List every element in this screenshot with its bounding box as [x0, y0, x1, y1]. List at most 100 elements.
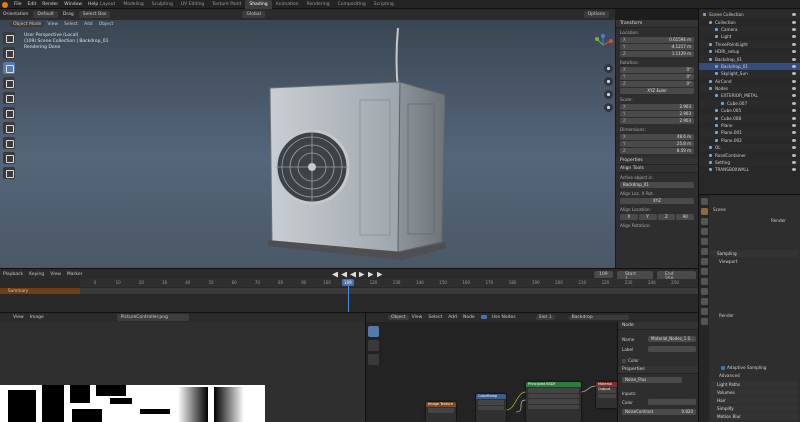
node-menu-add[interactable]: Add [445, 315, 460, 320]
align-z-button[interactable]: Z [657, 214, 676, 220]
render-subsection[interactable]: Render [719, 313, 734, 318]
node-color-checkbox[interactable]: Color [622, 358, 639, 363]
tab-scripting[interactable]: Scripting [370, 0, 398, 9]
transform-header[interactable]: Transform [616, 20, 698, 28]
outliner-item[interactable]: TRANSBOXWALL [699, 166, 800, 173]
outliner-item[interactable]: HDRI_setup [699, 48, 800, 55]
viewport-menu-view[interactable]: View [44, 22, 61, 27]
modifier-tab-icon[interactable] [700, 268, 708, 275]
visibility-eye-icon[interactable] [792, 109, 796, 113]
rotation-x-field[interactable]: X 0° [620, 67, 694, 73]
tab-animation[interactable]: Animation [272, 0, 303, 9]
light-paths-section[interactable]: Light Paths [711, 381, 798, 388]
frame-ruler[interactable]: 0 10 20 30 40 50 60 70 80 90 100 109 120 130 140 150 160… [80, 279, 698, 287]
visibility-eye-icon[interactable] [792, 94, 796, 98]
sampling-section[interactable]: Sampling [711, 250, 798, 257]
drag-dropdown[interactable]: Select Box [78, 11, 111, 18]
visibility-eye-icon[interactable] [792, 138, 796, 142]
adaptive-sampling-checkbox[interactable]: Adaptive Sampling [721, 365, 766, 370]
zoom-icon[interactable] [604, 64, 613, 73]
node-menu-select[interactable]: Select [425, 315, 445, 320]
summary-channel[interactable]: Summary [0, 288, 80, 294]
use-nodes-checkbox[interactable]: Use Nodes [478, 314, 522, 320]
rotation-y-field[interactable]: Y 0° [620, 74, 694, 80]
dimensions-x-field[interactable]: X 48.6 m [620, 134, 694, 140]
render-tab-icon[interactable] [700, 208, 708, 215]
jump-start-icon[interactable] [332, 272, 338, 278]
outliner-item[interactable]: Skylight_Sun [699, 70, 800, 78]
timeline-menu-keying[interactable]: Keying [26, 272, 47, 277]
outliner-item[interactable]: Cube.005 [699, 107, 800, 114]
simplify-section[interactable]: Simplify [711, 405, 798, 412]
tool-tab-icon[interactable] [700, 198, 708, 205]
tab-compositing[interactable]: Compositing [334, 0, 370, 9]
image-name-field[interactable]: PictureController.png [116, 314, 189, 321]
image-menu-view[interactable]: View [10, 315, 27, 320]
visibility-eye-icon[interactable] [792, 124, 796, 128]
node-group-dropdown[interactable]: Noise_Plus [622, 377, 682, 383]
outliner-item[interactable]: Plane.002 [699, 137, 800, 144]
visibility-eye-icon[interactable] [792, 64, 796, 68]
tab-rendering[interactable]: Rendering [303, 0, 334, 9]
active-object-field[interactable]: Backdrop_01 [620, 182, 694, 188]
material-output-node[interactable]: Material Output [596, 382, 618, 408]
orientation-dropdown[interactable]: Default [33, 11, 58, 18]
rotation-mode-dropdown[interactable]: XYZ Euler [620, 88, 694, 94]
image-preview[interactable] [0, 385, 265, 422]
rotation-z-field[interactable]: Z 0° [620, 81, 694, 87]
visibility-eye-icon[interactable] [792, 153, 796, 157]
navigation-gizmo[interactable] [592, 34, 614, 56]
visibility-eye-icon[interactable] [792, 13, 796, 17]
align-tools-header[interactable]: Align Tools [616, 165, 698, 173]
viewport-menu-add[interactable]: Add [81, 22, 96, 27]
viewport-subsection[interactable]: Viewport [719, 259, 738, 264]
outliner-item[interactable]: EXTERIOR_METAL [699, 92, 800, 99]
color-ramp-node[interactable]: ColorRamp [476, 394, 506, 422]
add-cube-tool-icon[interactable] [3, 152, 15, 164]
options-dropdown[interactable]: Options [583, 11, 609, 18]
image-menu-image[interactable]: Image [27, 315, 47, 320]
visibility-eye-icon[interactable] [792, 161, 796, 164]
principled-bsdf-node[interactable]: Principled BSDF [526, 382, 581, 422]
data-tab-icon[interactable] [700, 308, 708, 315]
physics-tab-icon[interactable] [700, 288, 708, 295]
viewport-menu-object[interactable]: Object [96, 22, 117, 27]
outliner-item[interactable]: Camera [699, 25, 800, 34]
outliner-item[interactable]: Backdrop_01 [699, 55, 800, 63]
visibility-eye-icon[interactable] [792, 35, 796, 39]
menu-edit[interactable]: Edit [25, 2, 40, 7]
visibility-eye-icon[interactable] [792, 72, 796, 76]
scale-z-field[interactable]: Z 2.903 [620, 118, 694, 124]
visibility-eye-icon[interactable] [792, 168, 796, 172]
location-x-field[interactable]: X 0.61594 m [620, 37, 694, 43]
material-field[interactable]: Backdrop [568, 315, 629, 320]
align-all-button[interactable]: All [676, 214, 694, 220]
location-y-field[interactable]: Y -4.1217 m [620, 44, 694, 50]
align-axis-field[interactable]: XYZ [620, 198, 694, 204]
outliner-item[interactable]: Scene Collection [699, 11, 800, 19]
outliner-item[interactable]: AirCond [699, 78, 800, 85]
world-tab-icon[interactable] [700, 248, 708, 255]
scene-tab-icon[interactable] [700, 238, 708, 245]
visibility-eye-icon[interactable] [792, 131, 796, 135]
3d-viewport[interactable]: Object Mode View Select Add Object [0, 20, 615, 268]
constraint-tab-icon[interactable] [700, 298, 708, 305]
blender-logo-icon[interactable] [2, 1, 8, 8]
outliner-item[interactable]: Cube.008 [699, 114, 800, 122]
node-properties-header[interactable]: Properties [618, 366, 698, 374]
outliner-item[interactable]: Backdrop_01 [699, 62, 800, 71]
particle-tab-icon[interactable] [700, 278, 708, 285]
noise-contrast-field[interactable]: NoiseContrast 0.820 [622, 409, 696, 415]
visibility-eye-icon[interactable] [792, 79, 796, 83]
align-x-button[interactable]: X [620, 214, 638, 220]
material-tab-icon[interactable] [700, 318, 708, 325]
playhead-frame-label[interactable]: 109 [341, 279, 354, 286]
timeline-menu-playback[interactable]: Playback [0, 272, 26, 277]
annotate-tool-icon[interactable] [3, 122, 15, 134]
cursor-tool-icon[interactable] [3, 47, 15, 59]
tab-texture-paint[interactable]: Texture Paint [208, 0, 245, 9]
visibility-eye-icon[interactable] [792, 42, 796, 46]
node-menu-view[interactable]: View [409, 315, 426, 320]
scale-tool-icon[interactable] [3, 92, 15, 104]
dimensions-z-field[interactable]: Z 8.59 m [620, 148, 694, 154]
